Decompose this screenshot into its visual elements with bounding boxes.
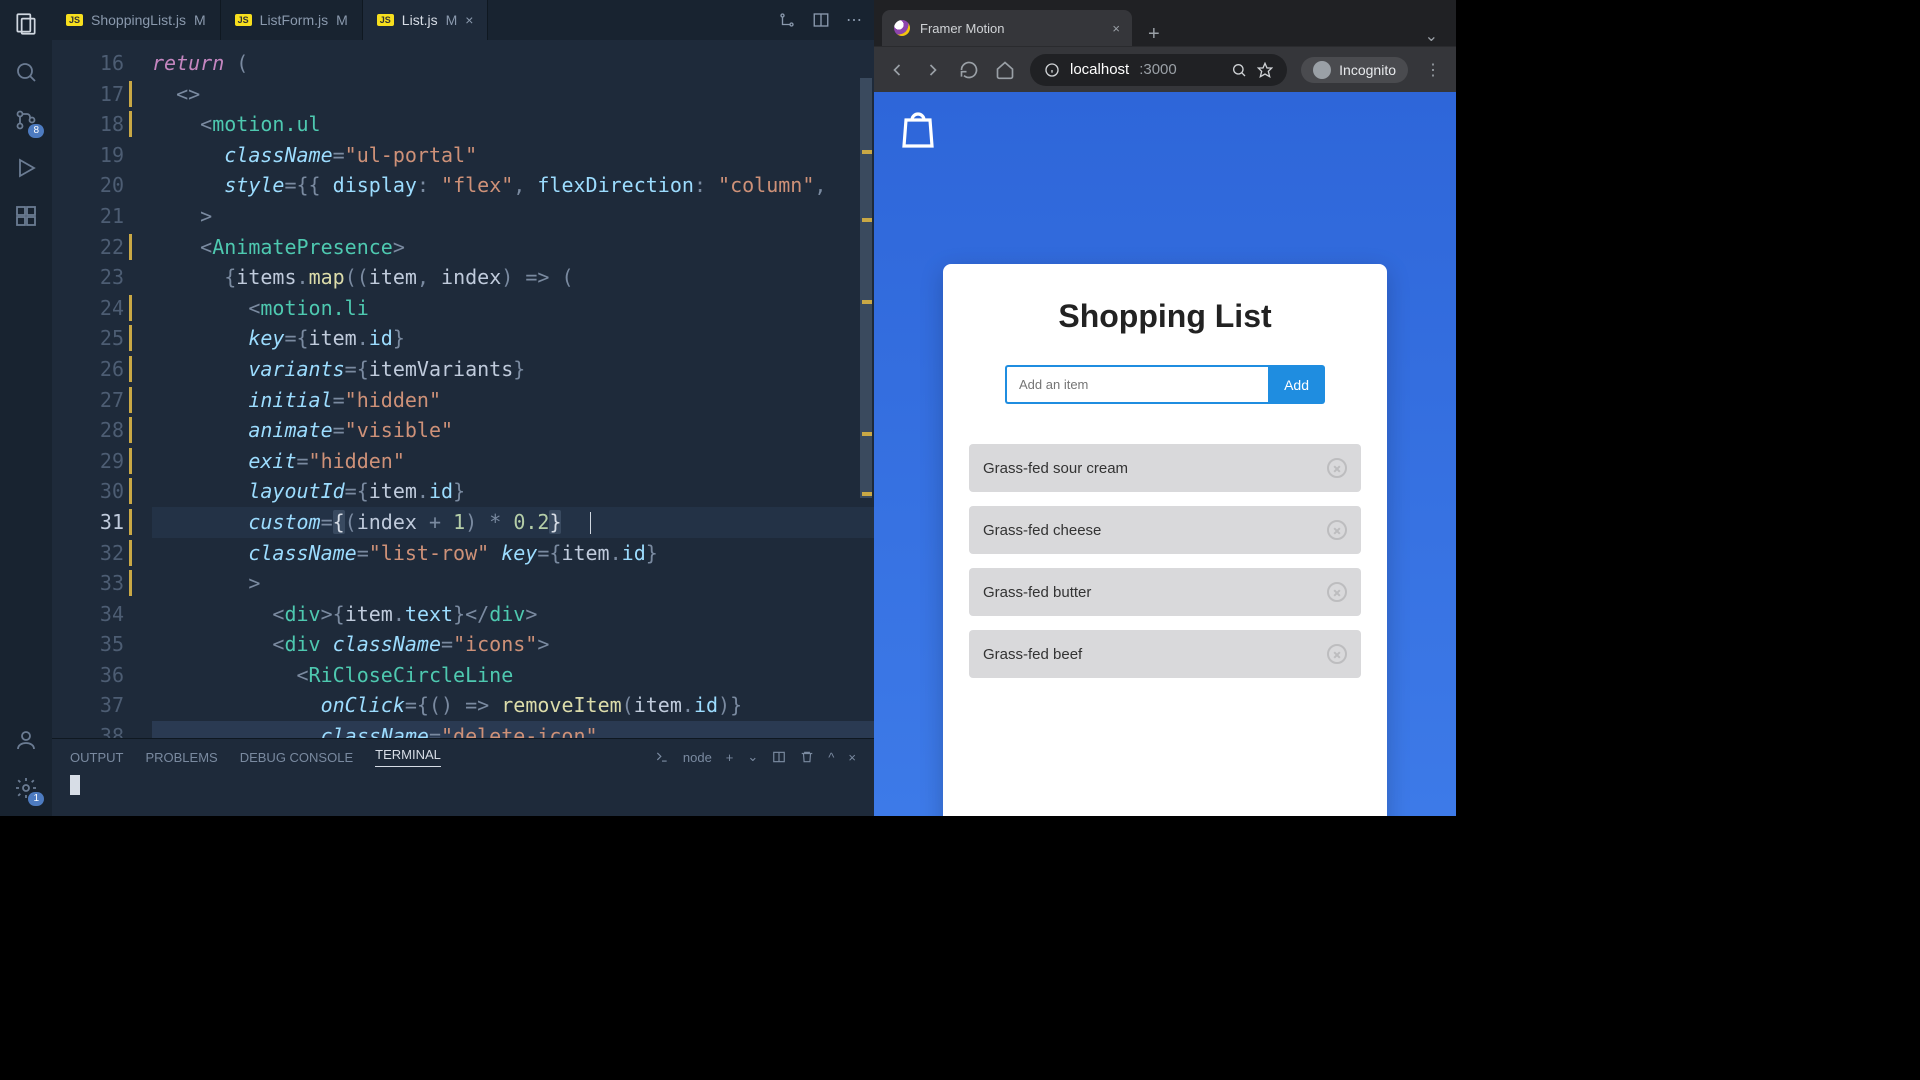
modified-indicator: M (194, 12, 206, 28)
settings-gear-icon[interactable]: 1 (12, 774, 40, 802)
back-icon[interactable] (886, 60, 908, 80)
panel-tab-debug-console[interactable]: DEBUG CONSOLE (240, 750, 353, 765)
settings-badge: 1 (28, 792, 44, 806)
modified-indicator: M (446, 12, 458, 28)
panel-tabs: OUTPUT PROBLEMS DEBUG CONSOLE TERMINAL n… (52, 739, 874, 775)
reload-icon[interactable] (958, 60, 980, 80)
maximize-panel-icon[interactable]: ^ (828, 750, 834, 765)
delete-item-icon[interactable] (1327, 644, 1347, 664)
browser-tab[interactable]: Framer Motion × (882, 10, 1132, 46)
more-actions-icon[interactable]: ⋯ (846, 10, 862, 30)
editor-area: JS ShoppingList.js M JS ListForm.js M JS… (52, 0, 874, 816)
list-item[interactable]: Grass-fed sour cream (969, 444, 1361, 492)
terminal-profile-icon[interactable] (655, 750, 669, 764)
list-item[interactable]: Grass-fed butter (969, 568, 1361, 616)
browser-tab-title: Framer Motion (920, 21, 1102, 36)
address-bar[interactable]: localhost :3000 (1030, 54, 1287, 86)
home-icon[interactable] (994, 60, 1016, 80)
terminal-dropdown-icon[interactable]: ⌄ (747, 749, 758, 765)
chrome-menu-icon[interactable]: ⋮ (1422, 60, 1444, 80)
delete-item-icon[interactable] (1327, 458, 1347, 478)
panel-tab-output[interactable]: OUTPUT (70, 750, 123, 765)
split-terminal-icon[interactable] (772, 750, 786, 764)
line-gutter: 1617181920212223242526272829303132333435… (52, 40, 142, 738)
new-terminal-icon[interactable]: + (726, 750, 734, 765)
js-icon: JS (66, 14, 83, 26)
run-debug-icon[interactable] (12, 154, 40, 182)
tab-label: ShoppingList.js (91, 12, 186, 28)
delete-item-icon[interactable] (1327, 520, 1347, 540)
shopping-list-card: Shopping List Add Grass-fed sour cream G… (943, 264, 1387, 816)
close-tab-icon[interactable]: × (1112, 21, 1120, 36)
new-tab-button[interactable]: + (1140, 23, 1168, 46)
code-editor[interactable]: 1617181920212223242526272829303132333435… (52, 40, 874, 738)
site-info-icon[interactable] (1044, 62, 1060, 78)
incognito-badge[interactable]: Incognito (1301, 57, 1408, 83)
list-item-text: Grass-fed cheese (983, 522, 1101, 539)
close-panel-icon[interactable]: × (848, 750, 856, 765)
list-item-text: Grass-fed sour cream (983, 460, 1128, 477)
forward-icon[interactable] (922, 60, 944, 80)
tab-listform[interactable]: JS ListForm.js M (221, 0, 363, 40)
url-host: localhost (1070, 61, 1129, 78)
scm-badge: 8 (28, 124, 44, 138)
kill-terminal-icon[interactable] (800, 750, 814, 764)
add-item-input[interactable] (1005, 365, 1268, 404)
tab-label: ListForm.js (260, 12, 328, 28)
favicon-icon (894, 20, 910, 36)
bookmark-star-icon[interactable] (1257, 62, 1273, 78)
add-button[interactable]: Add (1268, 365, 1325, 404)
vscode-window: 8 1 JS ShoppingList.js M JS ListForm.js (0, 0, 874, 816)
compare-changes-icon[interactable] (778, 11, 796, 29)
close-tab-icon[interactable]: × (465, 12, 473, 28)
tab-actions: ⋯ (778, 0, 874, 40)
chrome-window-controls[interactable]: ⌄ (1415, 26, 1448, 46)
extensions-icon[interactable] (12, 202, 40, 230)
list-item-text: Grass-fed beef (983, 646, 1082, 663)
terminal-cursor (70, 775, 80, 795)
card-title: Shopping List (969, 298, 1361, 335)
panel-tab-problems[interactable]: PROBLEMS (145, 750, 217, 765)
js-icon: JS (377, 14, 394, 26)
terminal-body[interactable] (52, 775, 874, 816)
search-icon[interactable] (12, 58, 40, 86)
browser-window: Framer Motion × + ⌄ localhost :3000 (874, 0, 1456, 816)
list-item[interactable]: Grass-fed beef (969, 630, 1361, 678)
code-content[interactable]: return ( <> <motion.ul className="ul-por… (142, 40, 874, 738)
account-icon[interactable] (12, 726, 40, 754)
add-item-form: Add (1005, 365, 1325, 404)
panel-tab-terminal[interactable]: TERMINAL (375, 747, 441, 767)
list-item[interactable]: Grass-fed cheese (969, 506, 1361, 554)
browser-toolbar: localhost :3000 Incognito ⋮ (874, 46, 1456, 92)
overview-ruler (860, 40, 874, 738)
tab-shoppinglist[interactable]: JS ShoppingList.js M (52, 0, 221, 40)
editor-tabs: JS ShoppingList.js M JS ListForm.js M JS… (52, 0, 874, 40)
terminal-shell-name: node (683, 750, 712, 765)
browser-tabstrip: Framer Motion × + ⌄ (874, 0, 1456, 46)
page-content: Shopping List Add Grass-fed sour cream G… (874, 92, 1456, 816)
list-item-text: Grass-fed butter (983, 584, 1091, 601)
activity-bar: 8 1 (0, 0, 52, 816)
shopping-bag-icon[interactable] (894, 106, 942, 154)
shopping-list: Grass-fed sour cream Grass-fed cheese Gr… (969, 444, 1361, 678)
modified-indicator: M (336, 12, 348, 28)
split-editor-icon[interactable] (812, 11, 830, 29)
tab-label: List.js (402, 12, 438, 28)
search-in-page-icon[interactable] (1231, 62, 1247, 78)
tab-list[interactable]: JS List.js M × (363, 0, 489, 40)
js-icon: JS (235, 14, 252, 26)
url-port: :3000 (1139, 61, 1177, 78)
source-control-icon[interactable]: 8 (12, 106, 40, 134)
incognito-label: Incognito (1339, 62, 1396, 78)
terminal-panel: OUTPUT PROBLEMS DEBUG CONSOLE TERMINAL n… (52, 738, 874, 816)
incognito-icon (1313, 61, 1331, 79)
delete-item-icon[interactable] (1327, 582, 1347, 602)
explorer-icon[interactable] (12, 10, 40, 38)
